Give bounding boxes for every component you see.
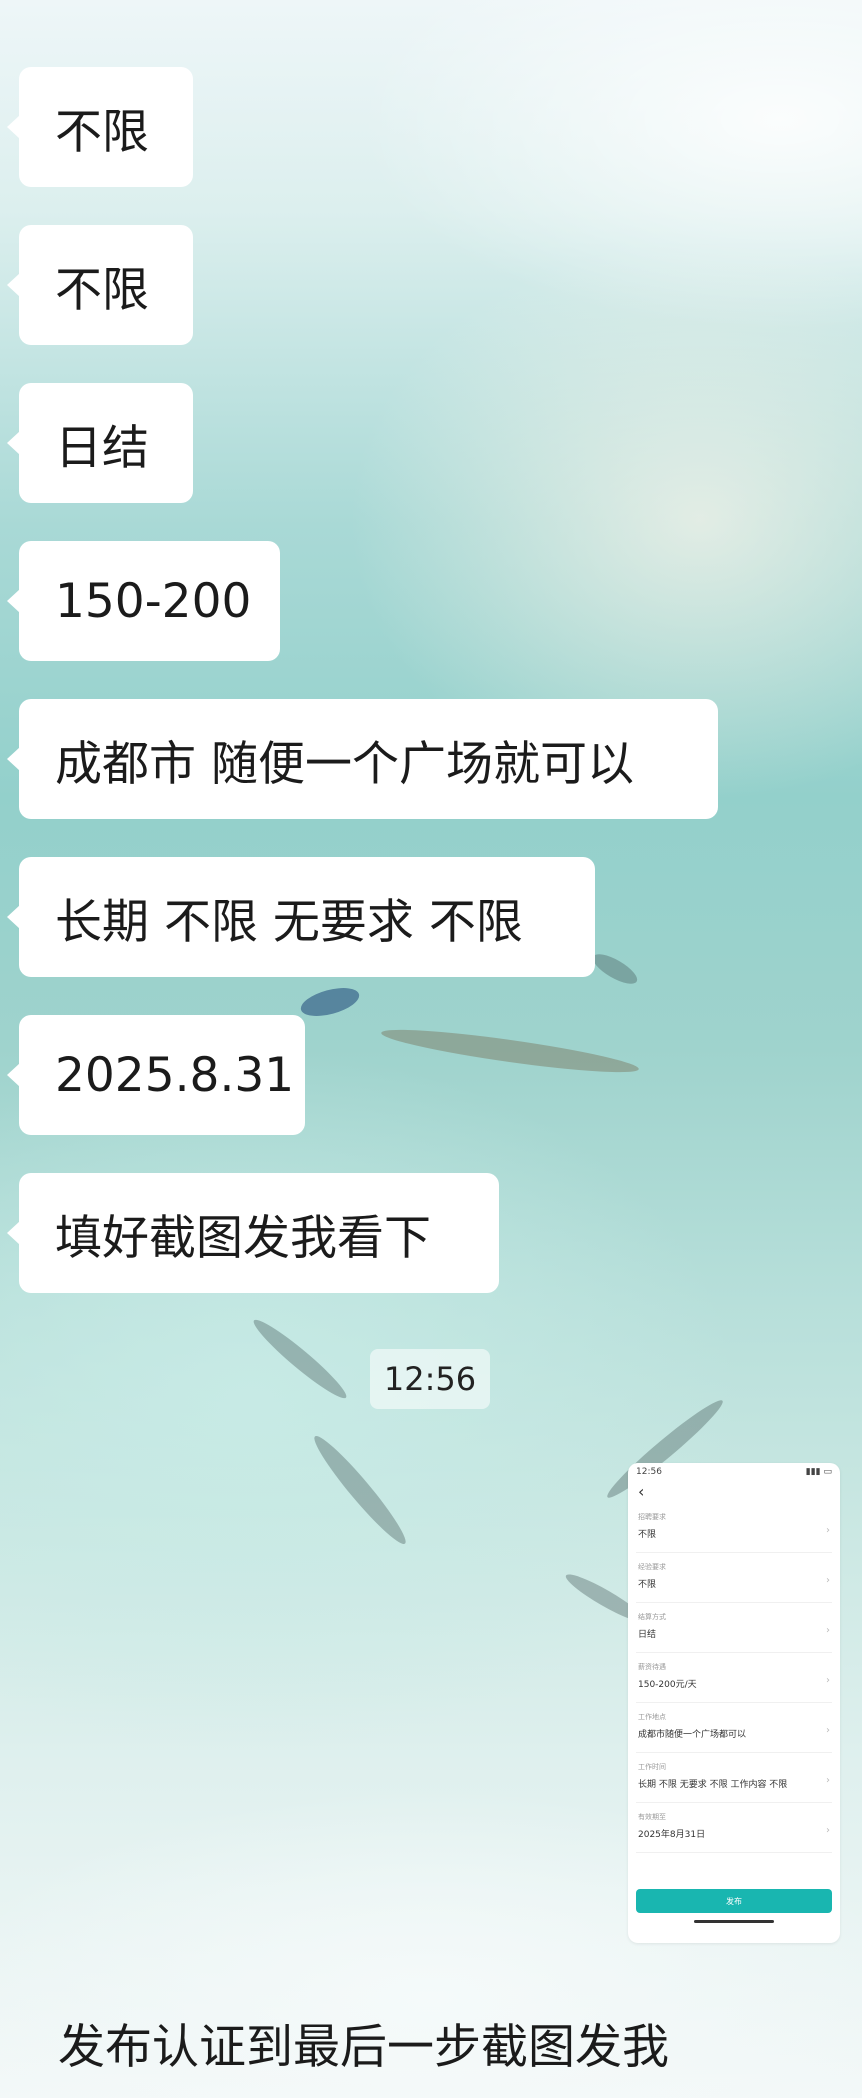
message-text: 成都市 随便一个广场就可以 xyxy=(55,736,634,792)
background-fish xyxy=(379,1022,641,1080)
form-label: 薪资待遇 xyxy=(638,1663,666,1671)
thumbnail-status-bar: 12:56 ▮▮▮ ▭ xyxy=(628,1463,840,1481)
image-message-thumbnail[interactable]: 12:56 ▮▮▮ ▭ ‹ 招聘要求 不限 › 经验要求 不限 › 结算方式 日结 › 薪资… xyxy=(628,1463,840,1943)
form-row: 招聘要求不限 › xyxy=(636,1503,832,1553)
form-label: 招聘要求 xyxy=(638,1513,666,1521)
form-label: 有效期至 xyxy=(638,1813,666,1821)
background-fish xyxy=(248,1313,352,1405)
message-text: 填好截图发我看下 xyxy=(55,1210,431,1266)
chevron-right-icon: › xyxy=(826,1825,830,1836)
form-value: 日结 xyxy=(638,1630,657,1640)
chevron-right-icon: › xyxy=(826,1525,830,1536)
chat-message[interactable]: 2025.8.31 xyxy=(7,1015,305,1135)
form-label: 结算方式 xyxy=(638,1613,666,1621)
message-timestamp: 12:56 xyxy=(370,1349,490,1409)
message-text: 不限 xyxy=(55,262,149,318)
form-row: 薪资待遇 150-200元/天 › xyxy=(636,1653,832,1703)
footer-message: 发布认证到最后一步截图发我 xyxy=(58,2020,669,2075)
chat-message[interactable]: 150-200 xyxy=(7,541,280,661)
form-row: 工作时间长期 不限 无要求 不限 工作内容 不限 › xyxy=(636,1753,832,1803)
form-label: 经验要求 xyxy=(638,1563,666,1571)
home-indicator xyxy=(694,1920,774,1923)
form-row: 工作地点成都市随便一个广场都可以 › xyxy=(636,1703,832,1753)
chat-message[interactable]: 不限 xyxy=(7,225,193,345)
form-value: 不限 xyxy=(638,1580,657,1590)
chevron-left-icon: ‹ xyxy=(638,1482,645,1501)
background-fish xyxy=(307,1429,413,1551)
message-text: 不限 xyxy=(55,104,149,160)
signal-battery-icon: ▮▮▮ ▭ xyxy=(805,1467,832,1477)
form-note xyxy=(628,1853,840,1883)
form-value: 不限 xyxy=(638,1530,657,1540)
publish-button: 发布 xyxy=(636,1889,832,1913)
form-value: 成都市随便一个广场都可以 xyxy=(638,1730,747,1740)
form-value: 2025年8月31日 xyxy=(638,1830,706,1840)
form-value: 150-200元/天 xyxy=(638,1680,697,1690)
background-fish xyxy=(588,948,642,990)
message-text: 2025.8.31 xyxy=(55,1047,295,1103)
form-row: 结算方式日结 › xyxy=(636,1603,832,1653)
status-time: 12:56 xyxy=(636,1467,662,1477)
form-label: 工作时间 xyxy=(638,1763,666,1771)
background-fish xyxy=(297,982,363,1022)
form-row: 有效期至 2025年8月31日 › xyxy=(636,1803,832,1853)
message-text: 150-200 xyxy=(55,573,252,629)
chat-message[interactable]: 长期 不限 无要求 不限 xyxy=(7,857,595,977)
form-value: 长期 不限 无要求 不限 工作内容 不限 xyxy=(638,1780,788,1790)
chat-message[interactable]: 不限 xyxy=(7,67,193,187)
chevron-right-icon: › xyxy=(826,1625,830,1636)
chevron-right-icon: › xyxy=(826,1775,830,1786)
chat-message[interactable]: 填好截图发我看下 xyxy=(7,1173,499,1293)
chat-message[interactable]: 日结 xyxy=(7,383,193,503)
chevron-right-icon: › xyxy=(826,1575,830,1586)
form-row: 经验要求不限 › xyxy=(636,1553,832,1603)
chat-message[interactable]: 成都市 随便一个广场就可以 xyxy=(7,699,718,819)
form-label: 工作地点 xyxy=(638,1713,666,1721)
message-text: 日结 xyxy=(55,420,149,476)
chevron-right-icon: › xyxy=(826,1675,830,1686)
message-text: 长期 不限 无要求 不限 xyxy=(55,894,523,950)
chevron-right-icon: › xyxy=(826,1725,830,1736)
